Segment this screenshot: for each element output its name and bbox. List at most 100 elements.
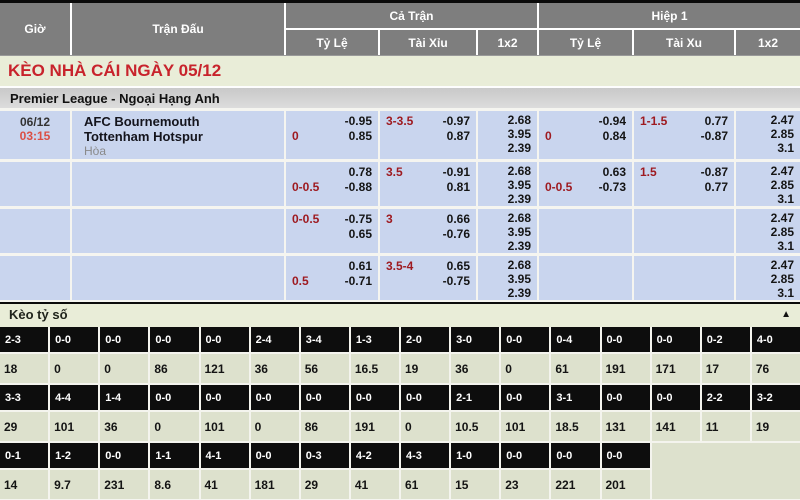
score-odds-value[interactable]: 86 [301, 412, 349, 441]
odds-cell-h1-1x2[interactable]: 2.472.853.1 [736, 256, 800, 300]
score-odds-value[interactable]: 231 [100, 470, 148, 499]
odds-cell-h1-handicap[interactable] [539, 256, 632, 300]
score-cell[interactable]: 0-0 [100, 443, 148, 468]
score-odds-value[interactable]: 61 [551, 354, 599, 383]
score-odds-value[interactable]: 36 [451, 354, 499, 383]
score-odds-value[interactable]: 36 [100, 412, 148, 441]
odds-cell-ft-handicap[interactable]: 0.610.5-0.71 [286, 256, 378, 300]
odds-cell-ft-handicap[interactable]: -0.9500.85 [286, 111, 378, 159]
score-odds-value[interactable]: 0 [401, 412, 449, 441]
score-odds-value[interactable]: 76 [752, 354, 800, 383]
score-cell[interactable]: 0-0 [201, 385, 249, 410]
score-cell[interactable]: 4-1 [201, 443, 249, 468]
score-odds-value[interactable]: 121 [201, 354, 249, 383]
score-odds-value[interactable]: 131 [602, 412, 650, 441]
odds-cell-ft-handicap[interactable]: 0-0.5-0.750.65 [286, 209, 378, 253]
score-odds-value[interactable]: 0 [501, 354, 549, 383]
score-odds-value[interactable]: 10.5 [451, 412, 499, 441]
odds-cell-ft-overunder[interactable]: 3.5-40.65-0.75 [380, 256, 476, 300]
score-cell[interactable]: 3-3 [0, 385, 48, 410]
score-odds-value[interactable]: 18 [0, 354, 48, 383]
score-cell[interactable]: 0-4 [551, 327, 599, 352]
score-cell[interactable]: 1-4 [100, 385, 148, 410]
odds-cell-ft-handicap[interactable]: 0.780-0.5-0.88 [286, 162, 378, 206]
score-odds-value[interactable]: 56 [301, 354, 349, 383]
score-cell[interactable]: 0-0 [652, 327, 700, 352]
score-cell[interactable]: 3-0 [451, 327, 499, 352]
score-cell[interactable]: 0-0 [301, 385, 349, 410]
score-odds-value[interactable]: 19 [401, 354, 449, 383]
score-odds-value[interactable]: 17 [702, 354, 750, 383]
score-odds-value[interactable]: 41 [201, 470, 249, 499]
score-odds-value[interactable]: 86 [150, 354, 198, 383]
score-odds-value[interactable]: 0 [150, 412, 198, 441]
score-odds-value[interactable]: 36 [251, 354, 299, 383]
score-odds-value[interactable]: 16.5 [351, 354, 399, 383]
score-cell[interactable]: 2-0 [401, 327, 449, 352]
score-cell[interactable]: 0-0 [602, 385, 650, 410]
score-cell[interactable]: 0-0 [50, 327, 98, 352]
score-cell[interactable]: 0-1 [0, 443, 48, 468]
score-cell[interactable]: 0-0 [251, 385, 299, 410]
score-odds-value[interactable]: 191 [602, 354, 650, 383]
score-odds-value[interactable]: 41 [351, 470, 399, 499]
odds-cell-ft-1x2[interactable]: 2.683.952.39 [478, 209, 537, 253]
score-cell[interactable]: 3-2 [752, 385, 800, 410]
score-odds-value[interactable]: 221 [551, 470, 599, 499]
score-cell[interactable]: 0-0 [652, 385, 700, 410]
score-odds-value[interactable]: 14 [0, 470, 48, 499]
score-cell[interactable]: 0-0 [251, 443, 299, 468]
score-cell[interactable]: 1-3 [351, 327, 399, 352]
odds-cell-h1-overunder[interactable]: 1-1.50.77-0.87 [634, 111, 734, 159]
score-odds-value[interactable]: 101 [50, 412, 98, 441]
odds-cell-ft-overunder[interactable]: 3.5-0.910.81 [380, 162, 476, 206]
odds-cell-h1-1x2[interactable]: 2.472.853.1 [736, 162, 800, 206]
score-odds-value[interactable]: 191 [351, 412, 399, 441]
score-odds-value[interactable]: 101 [501, 412, 549, 441]
score-cell[interactable]: 4-3 [401, 443, 449, 468]
score-cell[interactable]: 4-4 [50, 385, 98, 410]
score-cell[interactable]: 0-0 [501, 443, 549, 468]
score-cell[interactable]: 0-2 [702, 327, 750, 352]
odds-cell-h1-handicap[interactable]: -0.9400.84 [539, 111, 632, 159]
score-cell[interactable]: 0-0 [351, 385, 399, 410]
score-cell[interactable]: 0-0 [401, 385, 449, 410]
score-odds-value[interactable]: 9.7 [50, 470, 98, 499]
score-odds-value[interactable]: 29 [0, 412, 48, 441]
score-odds-value[interactable]: 18.5 [551, 412, 599, 441]
score-odds-value[interactable]: 15 [451, 470, 499, 499]
score-odds-value[interactable]: 8.6 [150, 470, 198, 499]
collapse-triangle-icon[interactable]: ▲ [781, 309, 791, 320]
score-odds-value[interactable]: 11 [702, 412, 750, 441]
score-cell[interactable]: 0-3 [301, 443, 349, 468]
odds-cell-h1-overunder[interactable] [634, 256, 734, 300]
score-cell[interactable]: 4-2 [351, 443, 399, 468]
score-odds-value[interactable]: 29 [301, 470, 349, 499]
score-cell[interactable]: 2-3 [0, 327, 48, 352]
score-odds-value[interactable]: 0 [100, 354, 148, 383]
score-odds-value[interactable]: 101 [201, 412, 249, 441]
odds-cell-h1-overunder[interactable]: 1.5-0.870.77 [634, 162, 734, 206]
score-cell[interactable]: 0-0 [501, 385, 549, 410]
score-cell[interactable]: 3-4 [301, 327, 349, 352]
score-cell[interactable]: 0-0 [150, 385, 198, 410]
score-cell[interactable]: 4-0 [752, 327, 800, 352]
score-odds-value[interactable]: 19 [752, 412, 800, 441]
score-cell[interactable]: 0-0 [150, 327, 198, 352]
score-odds-value[interactable]: 0 [251, 412, 299, 441]
score-cell[interactable]: 1-1 [150, 443, 198, 468]
odds-cell-ft-1x2[interactable]: 2.683.952.39 [478, 111, 537, 159]
odds-cell-h1-1x2[interactable]: 2.472.853.1 [736, 209, 800, 253]
score-cell[interactable]: 0-0 [201, 327, 249, 352]
score-odds-value[interactable]: 201 [602, 470, 650, 499]
score-cell[interactable]: 0-0 [501, 327, 549, 352]
odds-cell-h1-handicap[interactable] [539, 209, 632, 253]
score-odds-value[interactable]: 141 [652, 412, 700, 441]
score-cell[interactable]: 1-2 [50, 443, 98, 468]
score-cell[interactable]: 1-0 [451, 443, 499, 468]
score-cell[interactable]: 2-1 [451, 385, 499, 410]
score-cell[interactable]: 2-4 [251, 327, 299, 352]
odds-cell-ft-overunder[interactable]: 30.66-0.76 [380, 209, 476, 253]
score-cell[interactable]: 0-0 [602, 327, 650, 352]
score-odds-value[interactable]: 61 [401, 470, 449, 499]
